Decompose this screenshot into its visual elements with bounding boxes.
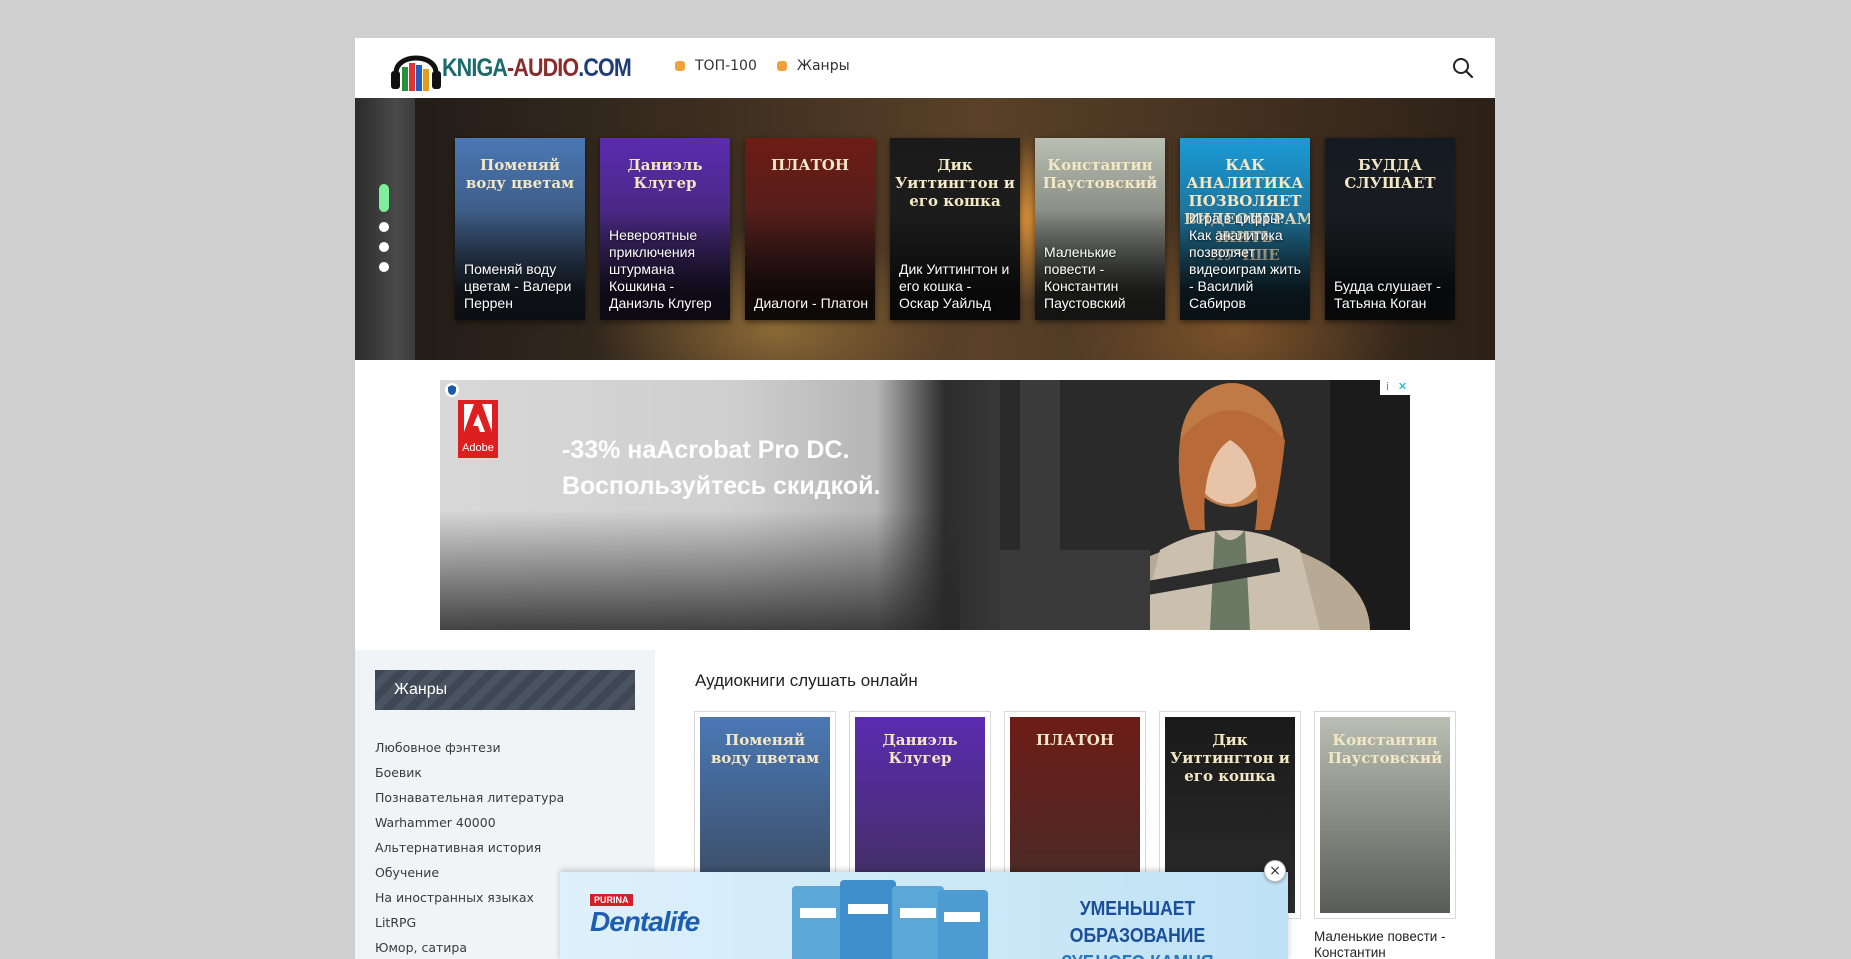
adobe-a-icon [464, 404, 492, 432]
nav-genres[interactable]: Жанры [776, 58, 850, 74]
nav-bullet-icon [776, 61, 787, 71]
carousel-dot-active[interactable] [379, 184, 389, 212]
site-header: KNIGA-AUDIO.COM ТОП-100 Жанры [355, 38, 1495, 98]
cover-text: БУДДА СЛУШАЕТ [1344, 156, 1436, 192]
carousel-slide[interactable]: ПЛАТОН Диалоги - Платон [745, 138, 875, 320]
cover-text: Константин Паустовский [1327, 731, 1443, 767]
nav-label: ТОП-100 [695, 58, 757, 74]
carousel-rail [355, 98, 415, 360]
carousel-slide[interactable]: Поменяй воду цветам Поменяй воду цветам -… [455, 138, 585, 320]
dentalife-logo: Dentalife [590, 906, 700, 937]
carousel-slide[interactable]: Константин Паустовский Маленькие повести … [1035, 138, 1165, 320]
slide-title: Игра в цифры. Как аналитика позволяет ви… [1189, 210, 1301, 311]
genre-list: Любовное фэнтези Боевик Познавательная лит… [375, 735, 564, 959]
nav-label: Жанры [796, 58, 850, 74]
cover-text: Даниэль Клугер [627, 156, 703, 192]
cover-text: ПЛАТОН [1035, 731, 1115, 749]
genre-link[interactable]: Юмор, сатира [375, 935, 564, 959]
carousel-dot[interactable] [379, 242, 389, 252]
logo-text: KNIGA-AUDIO.COM [442, 54, 632, 82]
section-title: Аудиокниги слушать онлайн [695, 671, 918, 690]
slide-title: Диалоги - Платон [754, 295, 869, 311]
sidebar-heading: Жанры [375, 670, 635, 710]
cover-text: Дик Уиттингтон и его кошка [895, 156, 1015, 210]
product-packs-image [792, 880, 988, 959]
cover-text: Дик Уиттингтон и его кошка [1170, 731, 1290, 785]
sticky-ad-line-1: УМЕНЬШАЕТ ОБРАЗОВАНИЕ [1069, 898, 1206, 947]
genre-link[interactable]: Боевик [375, 760, 564, 785]
cover-text: Поменяй воду цветам [465, 156, 575, 192]
cover-text: Поменяй воду цветам [710, 731, 820, 767]
genre-link[interactable]: LitRPG [375, 910, 564, 935]
carousel-slide[interactable]: КАК АНАЛИТИКА ПОЗВОЛЯЕТ ВИДЕОИГРАМ ЖИТЬ … [1180, 138, 1310, 320]
sticky-ad-headline: УМЕНЬШАЕТ ОБРАЗОВАНИЕ ЗУБНОГО КАМНЯ [1017, 896, 1259, 959]
book-title: Маленькие повести - Константин [1314, 929, 1446, 959]
cover-text: Константин Паустовский [1042, 156, 1158, 192]
nav-top100[interactable]: ТОП-100 [675, 58, 757, 74]
ad-close-icon[interactable]: ✕ [1395, 380, 1410, 395]
ad-shadow [440, 510, 960, 630]
ad-info-icon[interactable]: i [1380, 380, 1395, 395]
main-nav: ТОП-100 Жанры [675, 58, 850, 74]
genre-link[interactable]: Любовное фэнтези [375, 735, 564, 760]
genre-link[interactable]: На иностранных языках [375, 885, 564, 910]
ad-headline: -33% наAcrobat Pro DC. Воспользуйтесь ск… [562, 432, 982, 504]
genre-link[interactable]: Познавательная литература [375, 785, 564, 810]
carousel-dots [379, 184, 389, 272]
carousel-slide[interactable]: БУДДА СЛУШАЕТ Будда слушает - Татьяна Ког… [1325, 138, 1455, 320]
featured-carousel: Поменяй воду цветам Поменяй воду цветам -… [355, 98, 1495, 360]
nav-bullet-icon [675, 61, 685, 71]
carousel-slide[interactable]: Дик Уиттингтон и его кошка Дик Уиттингтон… [890, 138, 1020, 320]
slide-title: Невероятные приключения штурмана Кошкина… [609, 227, 712, 311]
slide-title: Маленькие повести - Константин Паустовск… [1044, 244, 1126, 311]
carousel-slide[interactable]: Даниэль Клугер Невероятные приключения шт… [600, 138, 730, 320]
purina-logo: PURINA [590, 894, 633, 906]
cover-text: Даниэль Клугер [882, 731, 958, 767]
sticky-ad-close-button[interactable]: × [1264, 860, 1286, 882]
genre-link[interactable]: Обучение [375, 860, 564, 885]
page: KNIGA-AUDIO.COM ТОП-100 Жанры Поменяй во… [355, 38, 1495, 959]
ad-photo-woman [1000, 380, 1410, 630]
slide-title: Будда слушает - Татьяна Коган [1334, 278, 1441, 311]
ad-choices: i ✕ [1380, 380, 1410, 395]
search-icon[interactable] [1451, 56, 1475, 80]
sticky-ad-banner[interactable]: PURINA Dentalife УМЕНЬШАЕТ ОБРАЗОВАНИЕ З… [560, 872, 1288, 959]
book-card[interactable]: Константин Паустовский Маленькие повести … [1314, 711, 1456, 959]
carousel-dot[interactable] [379, 222, 389, 232]
adobe-logo: Adobe [458, 400, 498, 458]
genre-link[interactable]: Альтернативная история [375, 835, 564, 860]
sticky-ad-line-2: ЗУБНОГО КАМНЯ [1017, 950, 1259, 959]
slide-title: Поменяй воду цветам - Валери Перрен [464, 261, 572, 311]
book-cover-frame: Константин Паустовский [1314, 711, 1456, 919]
ad-privacy-icon[interactable] [444, 382, 460, 398]
slide-title: Дик Уиттингтон и его кошка - Оскар Уайль… [899, 261, 1010, 311]
ad-line-2: Воспользуйтесь скидкой. [562, 472, 881, 500]
book-cover-image: Константин Паустовский [1320, 717, 1450, 913]
carousel-dot[interactable] [379, 262, 389, 272]
carousel-slides: Поменяй воду цветам Поменяй воду цветам -… [455, 138, 1455, 320]
ad-banner[interactable]: Adobe -33% наAcrobat Pro DC. Воспользуйт… [440, 380, 1410, 630]
adobe-label: Adobe [462, 442, 494, 454]
headphones-logo-icon [391, 55, 441, 91]
cover-text: ПЛАТОН [770, 156, 850, 174]
site-logo[interactable]: KNIGA-AUDIO.COM [388, 43, 632, 95]
genre-link[interactable]: Warhammer 40000 [375, 810, 564, 835]
ad-line-1: -33% наAcrobat Pro DC. [562, 436, 850, 464]
